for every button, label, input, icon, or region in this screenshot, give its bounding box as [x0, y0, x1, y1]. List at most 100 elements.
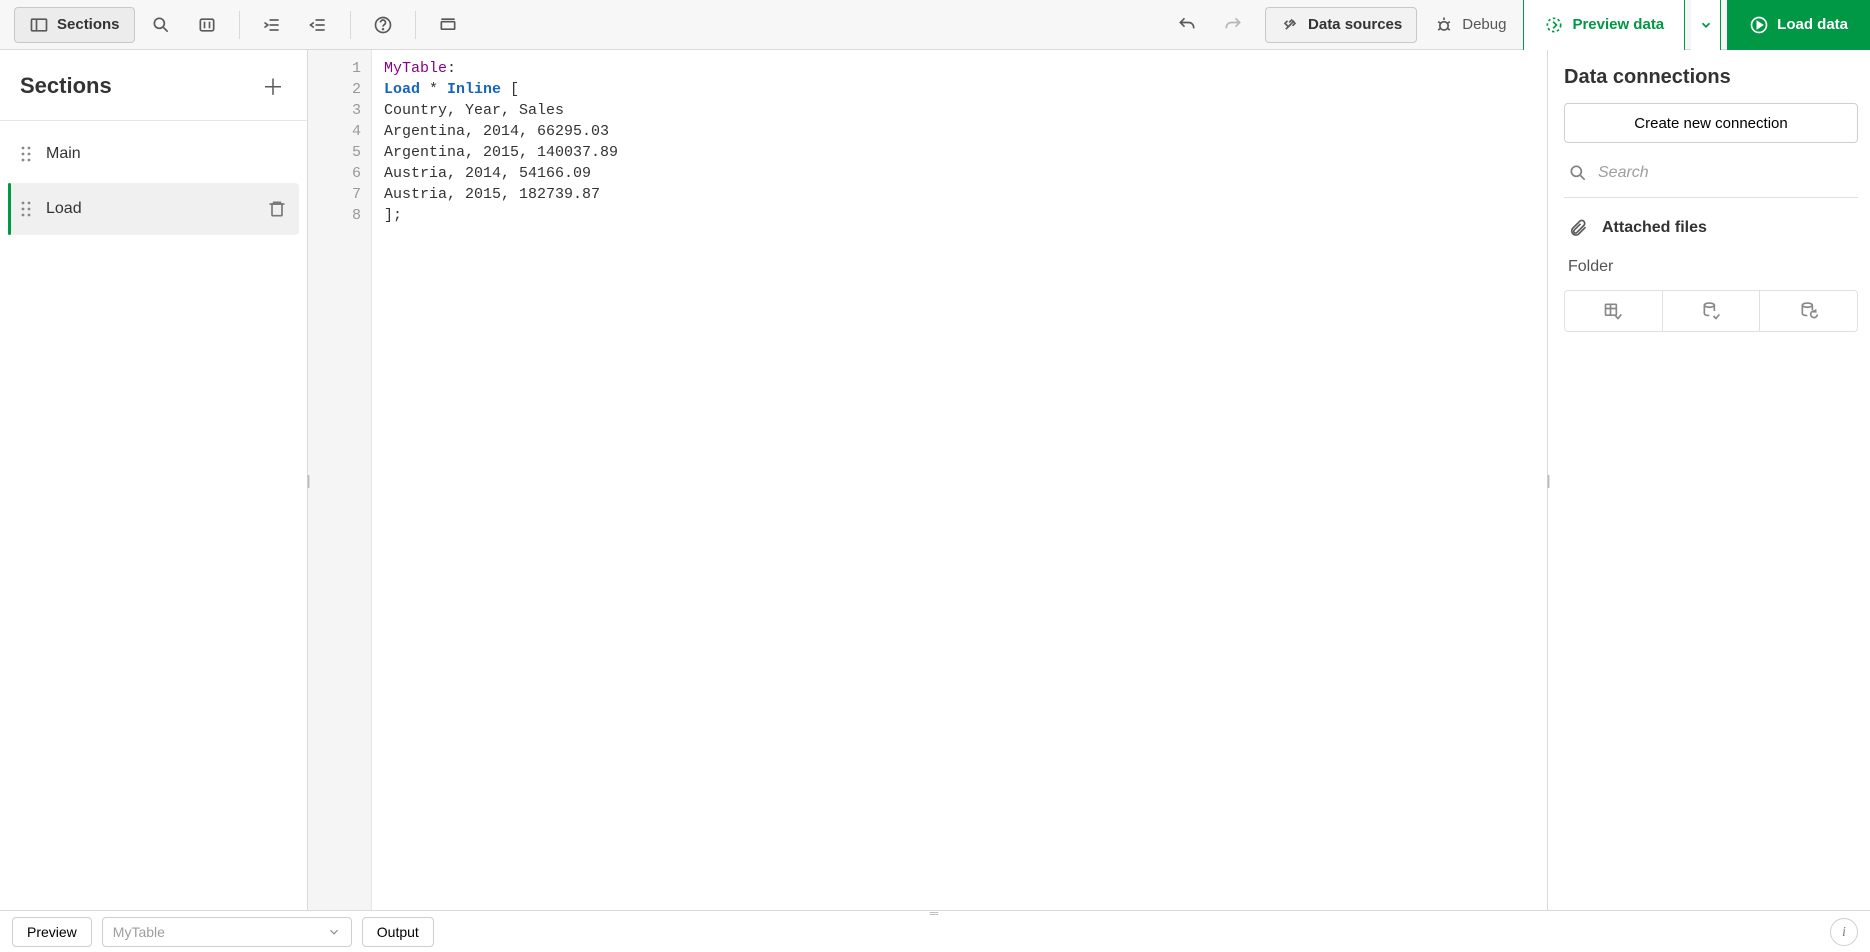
- load-data-button[interactable]: Load data: [1727, 0, 1870, 50]
- debug-button[interactable]: Debug: [1423, 7, 1517, 43]
- search-icon: [1568, 163, 1588, 183]
- data-connections-panel: Data connections Create new connection A…: [1547, 50, 1870, 910]
- preview-icon: [1544, 15, 1564, 35]
- info-icon: i: [1842, 924, 1846, 940]
- line-number: 5: [308, 142, 361, 163]
- undo-button[interactable]: [1167, 7, 1207, 43]
- connection-search: [1564, 157, 1858, 198]
- code-token: :: [447, 60, 456, 77]
- sidebar-title: Sections: [20, 73, 112, 99]
- line-gutter: 1 2 3 4 5 6 7 8: [308, 50, 372, 910]
- data-sources-button[interactable]: Data sources: [1265, 7, 1417, 43]
- table-select[interactable]: MyTable: [102, 917, 352, 947]
- connection-search-input[interactable]: [1598, 164, 1854, 182]
- attached-files-label: Attached files: [1602, 219, 1707, 237]
- line-number: 2: [308, 79, 361, 100]
- section-item-load[interactable]: Load: [8, 183, 299, 235]
- code-token: Load: [384, 81, 420, 98]
- undo-icon: [1177, 15, 1197, 35]
- drag-handle-icon[interactable]: [20, 200, 32, 218]
- line-number: 8: [308, 205, 361, 226]
- connection-insert-script-button[interactable]: [1663, 291, 1761, 331]
- line-number: 4: [308, 121, 361, 142]
- main-area: Sections ＋ Main Load: [0, 50, 1870, 910]
- sections-toggle-button[interactable]: Sections: [14, 7, 135, 43]
- paperclip-icon: [1568, 218, 1588, 238]
- redo-icon: [1223, 15, 1243, 35]
- code-line: Austria, 2015, 182739.87: [384, 186, 600, 203]
- panel-icon: [29, 15, 49, 35]
- connection-actions: [1564, 290, 1858, 332]
- drag-handle-icon[interactable]: [20, 145, 32, 163]
- indent-icon: [262, 15, 282, 35]
- rightpanel-splitter[interactable]: ||: [1542, 466, 1552, 494]
- add-section-button[interactable]: ＋: [257, 70, 289, 102]
- load-data-label: Load data: [1777, 16, 1848, 33]
- trash-icon: [267, 199, 287, 219]
- line-number: 1: [308, 58, 361, 79]
- search-icon: [151, 15, 171, 35]
- sections-sidebar: Sections ＋ Main Load: [0, 50, 308, 910]
- comment-icon: [197, 15, 217, 35]
- info-button[interactable]: i: [1830, 918, 1858, 946]
- section-item-label: Load: [46, 200, 253, 218]
- connection-select-data-button[interactable]: [1565, 291, 1663, 331]
- line-number: 3: [308, 100, 361, 121]
- chevron-down-icon: [327, 925, 341, 939]
- section-item-main[interactable]: Main: [8, 129, 299, 179]
- bottom-bar: ═ Preview MyTable Output i: [0, 910, 1870, 952]
- preview-data-button[interactable]: Preview data: [1523, 0, 1685, 50]
- redo-button[interactable]: [1213, 7, 1253, 43]
- plug-icon: [1280, 15, 1300, 35]
- code-line: Austria, 2014, 54166.09: [384, 165, 591, 182]
- insert-button[interactable]: [428, 7, 468, 43]
- help-icon: [373, 15, 393, 35]
- chevron-down-icon: [1699, 18, 1713, 32]
- create-connection-button[interactable]: Create new connection: [1564, 103, 1858, 143]
- code-line: Argentina, 2015, 140037.89: [384, 144, 618, 161]
- code-token: Inline: [447, 81, 501, 98]
- table-select-value: MyTable: [113, 924, 165, 940]
- code-token: [: [501, 81, 519, 98]
- insert-icon: [438, 15, 458, 35]
- attached-files-row[interactable]: Attached files: [1564, 212, 1858, 244]
- toolbar-divider: [415, 11, 416, 39]
- code-line: ];: [384, 207, 402, 224]
- bottom-splitter[interactable]: ═: [930, 906, 941, 920]
- code-token: MyTable: [384, 60, 447, 77]
- code-area[interactable]: MyTable: Load * Inline [ Country, Year, …: [372, 50, 1547, 910]
- comment-button[interactable]: [187, 7, 227, 43]
- line-number: 7: [308, 184, 361, 205]
- section-list: Main Load: [0, 121, 307, 243]
- debug-label: Debug: [1462, 16, 1506, 33]
- db-refresh-icon: [1799, 301, 1819, 321]
- play-circle-icon: [1749, 15, 1769, 35]
- folder-label: Folder: [1564, 258, 1858, 276]
- delete-section-button[interactable]: [267, 199, 287, 219]
- code-line: Argentina, 2014, 66295.03: [384, 123, 609, 140]
- db-check-icon: [1701, 301, 1721, 321]
- code-token: *: [420, 81, 447, 98]
- preview-data-dropdown[interactable]: [1691, 0, 1721, 50]
- output-button[interactable]: Output: [362, 917, 434, 947]
- script-editor[interactable]: 1 2 3 4 5 6 7 8 MyTable: Load * Inline […: [308, 50, 1547, 910]
- sidebar-splitter[interactable]: ||: [302, 466, 312, 494]
- sections-toggle-label: Sections: [57, 16, 120, 33]
- bug-icon: [1434, 15, 1454, 35]
- indent-button[interactable]: [252, 7, 292, 43]
- plus-icon: ＋: [262, 70, 284, 102]
- outdent-icon: [308, 15, 328, 35]
- section-item-label: Main: [46, 145, 287, 163]
- toolbar-divider: [350, 11, 351, 39]
- preview-button[interactable]: Preview: [12, 917, 92, 947]
- search-button[interactable]: [141, 7, 181, 43]
- help-button[interactable]: [363, 7, 403, 43]
- preview-data-label: Preview data: [1572, 16, 1664, 33]
- connection-edit-button[interactable]: [1760, 291, 1857, 331]
- toolbar-divider: [239, 11, 240, 39]
- top-toolbar: Sections: [0, 0, 1870, 50]
- code-line: Country, Year, Sales: [384, 102, 564, 119]
- outdent-button[interactable]: [298, 7, 338, 43]
- data-sources-label: Data sources: [1308, 16, 1402, 33]
- data-connections-title: Data connections: [1564, 66, 1858, 89]
